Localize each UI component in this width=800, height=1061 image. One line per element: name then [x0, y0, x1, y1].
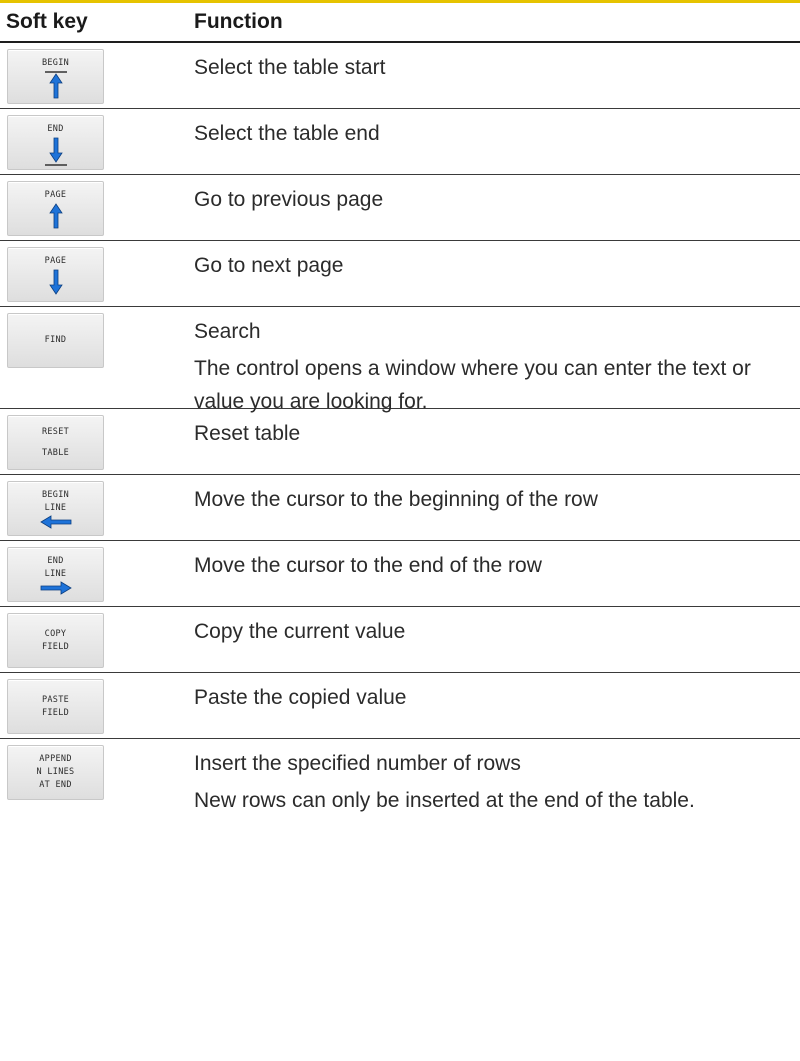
softkey-begin-line[interactable]: BEGIN LINE	[7, 481, 104, 536]
softkey-label: FIND	[44, 335, 67, 345]
header-function: Function	[194, 10, 283, 33]
function-text: Go to next page	[194, 254, 344, 277]
softkey-label: END	[47, 124, 64, 134]
function-text: Move the cursor to the beginning of the …	[194, 488, 598, 511]
function-description: New rows can only be inserted at the end…	[194, 789, 695, 812]
arrow-down-icon	[8, 268, 103, 296]
arrow-down-to-bar-icon	[8, 136, 103, 168]
softkey-label: BEGIN	[41, 489, 70, 500]
table-row: PASTE FIELD Paste the copied value	[0, 673, 800, 739]
table-row: RESET TABLE Reset table	[0, 409, 800, 475]
table-row: BEGIN LINE Move the cursor to the beginn…	[0, 475, 800, 541]
softkey-label: COPY	[44, 628, 67, 639]
softkey-page-up[interactable]: PAGE	[7, 181, 104, 236]
table-row: APPEND N LINES AT END Insert the specifi…	[0, 739, 800, 871]
function-text: Insert the specified number of rows	[194, 752, 521, 775]
softkey-label: PAGE	[44, 256, 67, 266]
table-row: END LINE Move the cursor to the end of t…	[0, 541, 800, 607]
softkey-append-n-lines[interactable]: APPEND N LINES AT END	[7, 745, 104, 800]
softkey-paste-field[interactable]: PASTE FIELD	[7, 679, 104, 734]
softkey-label: N LINES	[36, 767, 75, 777]
arrow-up-icon	[8, 202, 103, 230]
arrow-up-to-bar-icon	[8, 70, 103, 100]
arrow-left-icon	[39, 514, 73, 529]
function-text: Reset table	[194, 422, 301, 445]
table-row: PAGE Go to previous page	[0, 175, 800, 241]
softkey-begin[interactable]: BEGIN	[7, 49, 104, 104]
softkey-find[interactable]: FIND	[7, 313, 104, 368]
table-header: Soft key Function	[0, 3, 800, 43]
softkey-page-down[interactable]: PAGE	[7, 247, 104, 302]
table-row: BEGIN Select the table start	[0, 43, 800, 109]
softkey-copy-field[interactable]: COPY FIELD	[7, 613, 104, 668]
softkey-function-table: Soft key Function BEGIN Select the table…	[0, 0, 800, 871]
softkey-label: PASTE	[41, 694, 70, 705]
arrow-right-icon	[39, 580, 73, 595]
header-soft-key: Soft key	[6, 10, 88, 33]
table-row: END Select the table end	[0, 109, 800, 175]
function-text: Move the cursor to the end of the row	[194, 554, 542, 577]
softkey-reset-table[interactable]: RESET TABLE	[7, 415, 104, 470]
function-text: Go to previous page	[194, 188, 384, 211]
table-row: PAGE Go to next page	[0, 241, 800, 307]
softkey-label: BEGIN	[41, 58, 70, 68]
softkey-end-line[interactable]: END LINE	[7, 547, 104, 602]
function-text: Select the table end	[194, 122, 380, 145]
softkey-label: LINE	[44, 568, 67, 579]
table-row: COPY FIELD Copy the current value	[0, 607, 800, 673]
function-text: Copy the current value	[194, 620, 406, 643]
function-text: Search	[194, 320, 261, 343]
function-text: Select the table start	[194, 56, 386, 79]
function-text: Paste the copied value	[194, 686, 407, 709]
softkey-label: RESET	[41, 426, 70, 437]
table-row: FIND Search The control opens a window w…	[0, 307, 800, 413]
softkey-label: FIELD	[41, 641, 70, 652]
softkey-label: APPEND	[39, 754, 72, 764]
softkey-label: END	[47, 555, 64, 566]
softkey-label: FIELD	[41, 707, 70, 718]
softkey-label: PAGE	[44, 190, 67, 200]
softkey-label: TABLE	[41, 447, 70, 458]
softkey-label: LINE	[44, 502, 67, 513]
softkey-end[interactable]: END	[7, 115, 104, 170]
softkey-label: AT END	[39, 780, 72, 790]
